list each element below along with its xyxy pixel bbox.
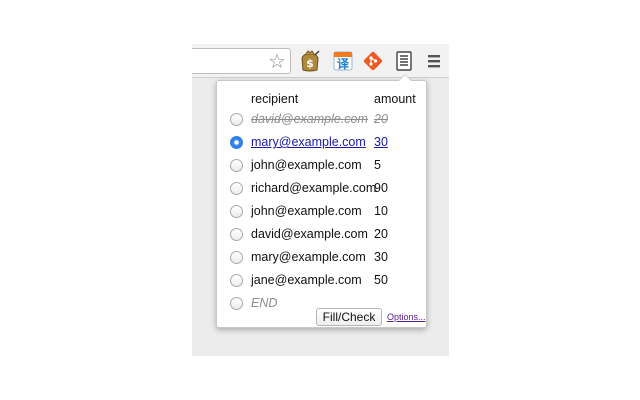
list-item[interactable]: john@example.com 5 [217, 155, 428, 178]
recipient-email: david@example.com [251, 112, 368, 126]
row-radio[interactable] [230, 251, 243, 264]
list-item[interactable]: jane@example.com 50 [217, 270, 428, 293]
row-radio[interactable] [230, 205, 243, 218]
row-radio[interactable] [230, 297, 243, 310]
end-marker: END [251, 296, 278, 310]
recipient-amount: 10 [374, 204, 388, 218]
row-radio[interactable] [230, 113, 243, 126]
fill-check-button[interactable]: Fill/Check [316, 308, 382, 326]
list-item[interactable]: mary@example.com 30 [217, 132, 428, 155]
bookmark-star-icon[interactable]: ☆ [266, 50, 288, 72]
recipient-amount: 50 [374, 273, 388, 287]
row-radio[interactable] [230, 274, 243, 287]
translate-extension-label: 译 [336, 57, 349, 71]
row-radio[interactable] [230, 136, 243, 149]
hamburger-menu-icon[interactable] [424, 49, 448, 73]
row-radio[interactable] [230, 182, 243, 195]
extension-popup: recipient amount david@example.com 20 ma… [216, 80, 427, 328]
recipient-email: mary@example.com [251, 250, 366, 264]
list-item[interactable]: richard@example.com 90 [217, 178, 428, 201]
amount-header: amount [374, 92, 416, 106]
row-radio[interactable] [230, 228, 243, 241]
recipient-amount: 90 [374, 181, 388, 195]
recipient-amount: 5 [374, 158, 381, 172]
popup-arrow-fill [399, 75, 411, 81]
recipient-amount: 20 [374, 112, 388, 126]
money-extension-icon[interactable]: $ [298, 49, 322, 73]
recipient-email: john@example.com [251, 204, 362, 218]
recipient-email: jane@example.com [251, 273, 362, 287]
recipient-email[interactable]: mary@example.com [251, 135, 366, 149]
list-item[interactable]: mary@example.com 30 [217, 247, 428, 270]
list-item[interactable]: david@example.com 20 [217, 109, 428, 132]
recipient-email: david@example.com [251, 227, 368, 241]
git-extension-icon[interactable] [361, 49, 385, 73]
options-link[interactable]: Options... [387, 312, 426, 322]
recipient-amount[interactable]: 30 [374, 135, 388, 149]
list-item[interactable]: john@example.com 10 [217, 201, 428, 224]
recipient-amount: 20 [374, 227, 388, 241]
list-extension-icon[interactable] [392, 49, 416, 73]
recipient-header: recipient [251, 92, 299, 106]
list-item[interactable]: david@example.com 20 [217, 224, 428, 247]
recipient-email: richard@example.com [251, 181, 377, 195]
svg-text:$: $ [306, 57, 314, 70]
row-radio[interactable] [230, 159, 243, 172]
translate-extension-icon[interactable]: 译 [331, 49, 355, 73]
recipient-email: john@example.com [251, 158, 362, 172]
recipient-amount: 30 [374, 250, 388, 264]
